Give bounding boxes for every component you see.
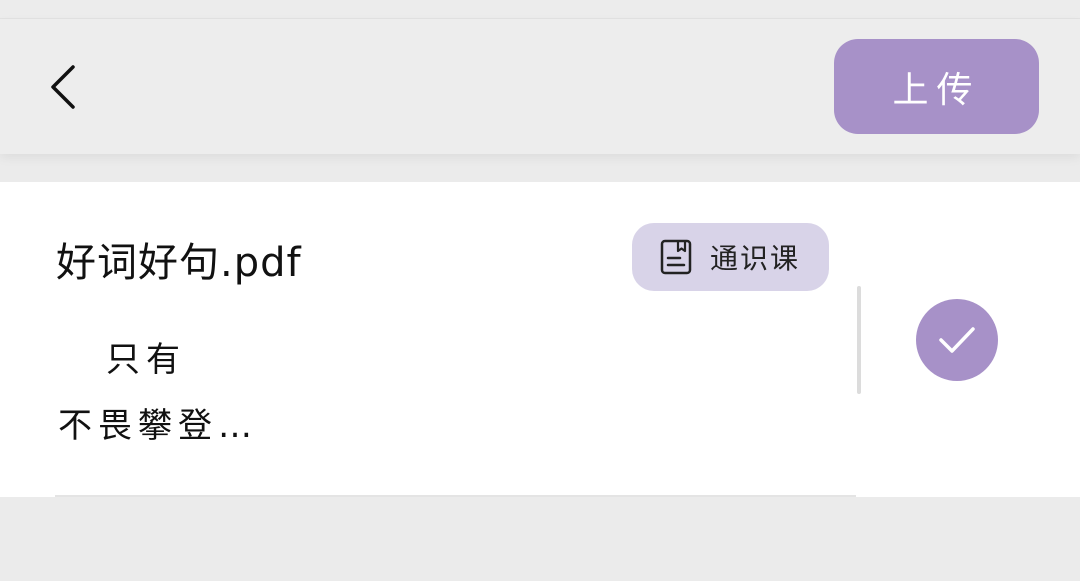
checkmark-icon bbox=[939, 327, 975, 353]
file-preview-line-2: 不畏攀登… bbox=[58, 406, 258, 446]
back-button[interactable] bbox=[38, 61, 90, 113]
document-icon bbox=[660, 239, 692, 275]
file-preview-line-1: 只有 bbox=[106, 340, 186, 380]
scroll-indicator bbox=[857, 286, 861, 394]
select-checkbox[interactable] bbox=[916, 299, 998, 381]
status-bar bbox=[0, 0, 1080, 19]
file-name: 好词好句.pdf bbox=[56, 240, 302, 286]
top-bar: 上传 bbox=[0, 19, 1080, 154]
card-divider bbox=[55, 495, 856, 497]
upload-button[interactable]: 上传 bbox=[834, 39, 1039, 134]
category-tag[interactable]: 通识课 bbox=[632, 223, 829, 291]
file-card[interactable]: 好词好句.pdf 通识课 只有 不畏攀登… bbox=[0, 182, 1080, 497]
category-tag-label: 通识课 bbox=[710, 242, 801, 275]
chevron-left-icon bbox=[51, 65, 75, 109]
